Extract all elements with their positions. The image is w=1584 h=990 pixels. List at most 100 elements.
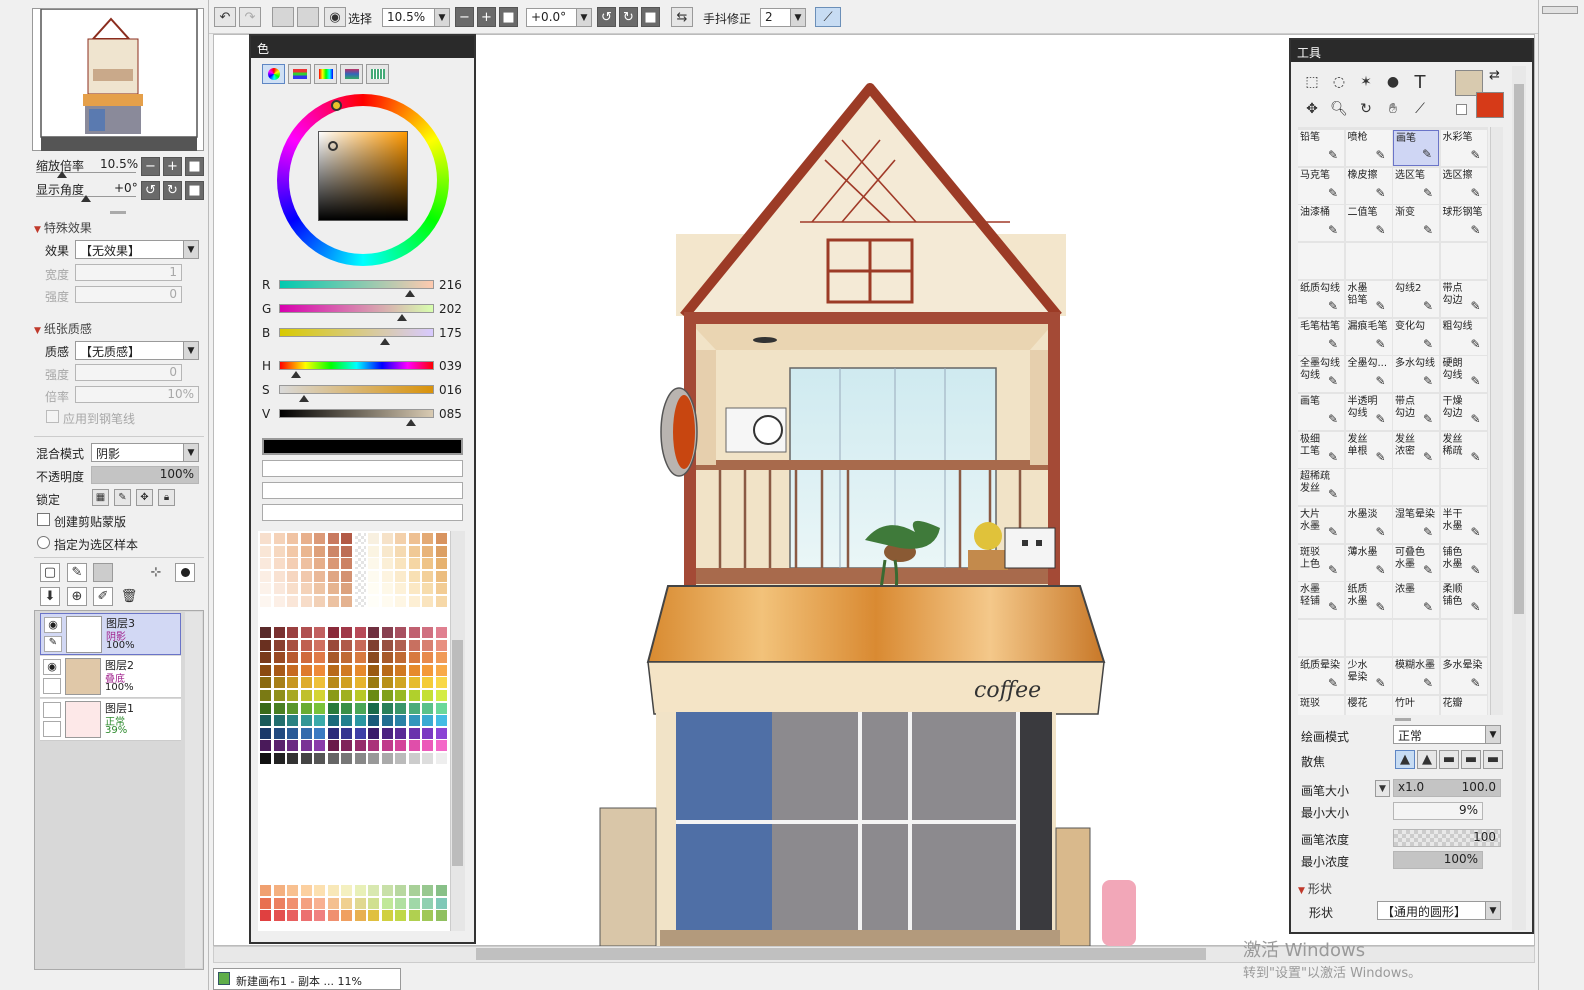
- brush-slot[interactable]: 画笔 ✎: [1393, 130, 1439, 166]
- palette-swatch[interactable]: [381, 715, 393, 727]
- palette-swatch[interactable]: [300, 533, 312, 544]
- palette-swatch[interactable]: [287, 652, 298, 664]
- brush-size-slider[interactable]: x1.0 100.0: [1393, 779, 1501, 797]
- brush-slot[interactable]: 画笔 ✎: [1298, 393, 1344, 430]
- lock-transparency-button[interactable]: ▦: [92, 489, 109, 506]
- layer-row[interactable]: 图层1 正常 39%: [40, 699, 181, 741]
- palette-swatch[interactable]: [341, 652, 352, 664]
- palette-swatch[interactable]: [381, 639, 393, 651]
- palette-swatch[interactable]: [354, 596, 366, 607]
- palette-swatch[interactable]: [435, 690, 447, 701]
- palette-swatch[interactable]: [260, 715, 271, 727]
- color-bar-2[interactable]: [262, 460, 463, 477]
- rotate-reset-button[interactable]: ■: [641, 7, 660, 27]
- palette-swatch[interactable]: [300, 885, 312, 896]
- palette-swatch[interactable]: [422, 627, 433, 638]
- palette-swatch[interactable]: [273, 702, 285, 714]
- palette-swatch[interactable]: [408, 664, 420, 676]
- palette-swatch[interactable]: [381, 664, 393, 676]
- g-slider[interactable]: [279, 304, 434, 313]
- palette-swatch[interactable]: [327, 627, 339, 638]
- palette-swatch[interactable]: [354, 727, 366, 739]
- blend-mode-combo[interactable]: 阴影 ▼: [91, 443, 199, 462]
- palette-swatch[interactable]: [314, 727, 325, 739]
- palette-swatch[interactable]: [260, 753, 271, 764]
- eye-icon[interactable]: [43, 702, 61, 718]
- brush-slot[interactable]: [1345, 620, 1392, 657]
- palette-swatch[interactable]: [354, 897, 366, 909]
- palette-swatch[interactable]: [408, 910, 420, 922]
- palette-swatch[interactable]: [368, 885, 379, 896]
- brush-slot[interactable]: 全墨勾... ✎: [1345, 356, 1392, 393]
- palette-swatch[interactable]: [314, 690, 325, 701]
- brush-slot[interactable]: 球形钢笔 ✎: [1440, 205, 1487, 242]
- palette-swatch[interactable]: [287, 910, 298, 922]
- palette-swatch[interactable]: [435, 910, 447, 922]
- palette-swatch[interactable]: [395, 910, 406, 922]
- palette-swatch[interactable]: [260, 897, 271, 909]
- palette-swatch[interactable]: [354, 583, 366, 595]
- palette-swatch[interactable]: [260, 533, 271, 544]
- brush-slot[interactable]: 纸质晕染 ✎: [1298, 657, 1344, 694]
- tools-panel-titlebar[interactable]: 工具: [1291, 40, 1532, 62]
- tools-panel-scroll-thumb[interactable]: [1514, 84, 1524, 614]
- palette-swatch[interactable]: [422, 897, 433, 909]
- palette-swatch[interactable]: [408, 652, 420, 664]
- brush-slot[interactable]: 硬朗 勾线 ✎: [1440, 356, 1487, 393]
- brush-slot[interactable]: [1393, 620, 1439, 657]
- palette-swatch[interactable]: [327, 664, 339, 676]
- swap-colors-icon[interactable]: ⇄: [1489, 68, 1500, 83]
- palette-swatch[interactable]: [354, 702, 366, 714]
- transparent-color-button[interactable]: [1456, 104, 1467, 115]
- brush-slot[interactable]: 水墨 铅笔 ✎: [1345, 280, 1392, 317]
- zoom-combo[interactable]: 10.5% ▼: [382, 8, 450, 27]
- palette-swatch[interactable]: [273, 753, 285, 764]
- palette-swatch[interactable]: [381, 897, 393, 909]
- blur-option-4[interactable]: ▬: [1461, 750, 1481, 769]
- palette-swatch[interactable]: [300, 715, 312, 727]
- palette-swatch[interactable]: [368, 639, 379, 651]
- palette-swatch[interactable]: [300, 558, 312, 570]
- palette-swatch[interactable]: [314, 627, 325, 638]
- color-bar-black[interactable]: [262, 438, 463, 455]
- palette-swatch[interactable]: [300, 740, 312, 752]
- brush-slot[interactable]: [1440, 620, 1487, 657]
- palette-swatch[interactable]: [300, 652, 312, 664]
- palette-swatch[interactable]: [408, 727, 420, 739]
- palette-swatch[interactable]: [395, 570, 406, 582]
- palette-swatch[interactable]: [287, 715, 298, 727]
- stabilizer-combo[interactable]: 2 ▼: [760, 8, 806, 27]
- palette-swatch[interactable]: [354, 558, 366, 570]
- palette-swatch[interactable]: [300, 627, 312, 638]
- palette-swatch[interactable]: [260, 690, 271, 701]
- apply-to-pen-checkbox[interactable]: [46, 410, 59, 423]
- lasso-tool[interactable]: ◌: [1327, 71, 1351, 93]
- palette-swatch[interactable]: [354, 570, 366, 582]
- selection-sample-radio[interactable]: [37, 536, 50, 549]
- palette-swatch[interactable]: [408, 753, 420, 764]
- palette-swatch[interactable]: [435, 627, 447, 638]
- undo-button[interactable]: ↶: [214, 7, 236, 27]
- navigator-preview[interactable]: [32, 8, 204, 151]
- palette-swatch[interactable]: [300, 596, 312, 607]
- sv-cursor[interactable]: [328, 141, 338, 151]
- palette-swatch[interactable]: [435, 702, 447, 714]
- palette-swatch[interactable]: [381, 558, 393, 570]
- palette-swatch[interactable]: [300, 570, 312, 582]
- palette-swatch[interactable]: [273, 545, 285, 557]
- brush-slot[interactable]: 发丝 稀疏 ✎: [1440, 431, 1487, 468]
- palette-swatch[interactable]: [341, 533, 352, 544]
- new-layer-button[interactable]: ▢: [40, 563, 60, 582]
- palette-swatch[interactable]: [260, 639, 271, 651]
- palette-swatch[interactable]: [435, 652, 447, 664]
- canvas-hscroll-thumb[interactable]: [476, 948, 1206, 960]
- palette-swatch[interactable]: [395, 639, 406, 651]
- brush-slot[interactable]: 湿笔晕染 ✎: [1393, 507, 1439, 543]
- palette-swatch[interactable]: [422, 583, 433, 595]
- brush-slot[interactable]: 樱花 ✎: [1345, 695, 1392, 715]
- layer-option-box[interactable]: [43, 678, 61, 694]
- layer-option-box[interactable]: [43, 721, 61, 737]
- palette-swatch[interactable]: [381, 570, 393, 582]
- eye-icon[interactable]: ◉: [44, 617, 62, 633]
- move-tool[interactable]: ✥: [1300, 98, 1324, 120]
